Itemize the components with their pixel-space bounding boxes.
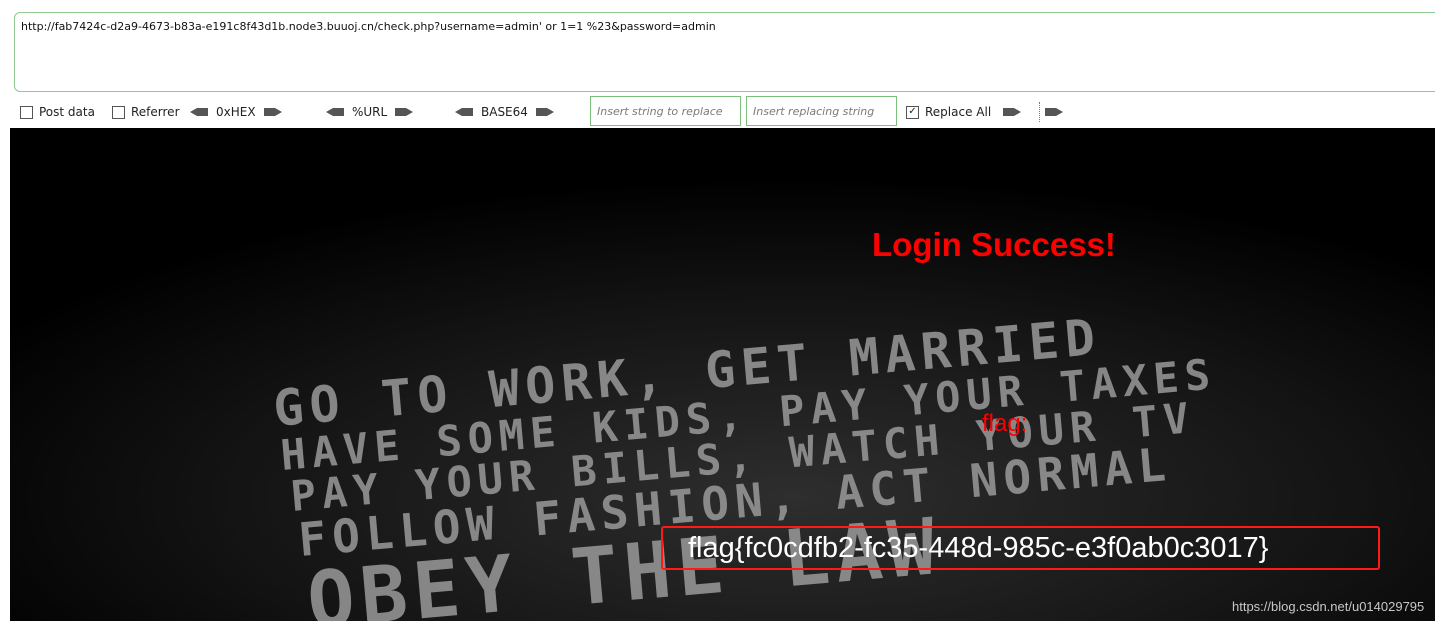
- replace-all-label: Replace All: [925, 105, 992, 119]
- flag-label: flag:: [982, 410, 1028, 437]
- url-label: %URL: [352, 105, 388, 119]
- post-data-label: Post data: [39, 105, 95, 119]
- referrer-checkbox[interactable]: [112, 105, 125, 119]
- base64-decode-arrow-icon[interactable]: [455, 108, 473, 116]
- hex-group: 0xHEX: [190, 96, 282, 128]
- hex-label: 0xHEX: [216, 105, 256, 119]
- url-encode-arrow-icon[interactable]: [395, 108, 414, 116]
- post-data-toggle[interactable]: Post data: [20, 96, 95, 128]
- url-input[interactable]: http://fab7424c-d2a9-4673-b83a-e191c8f43…: [14, 12, 1435, 92]
- url-decode-arrow-icon[interactable]: [326, 108, 344, 116]
- blog-watermark: https://blog.csdn.net/u014029795: [1232, 599, 1425, 614]
- flag-value: flag{fc0cdfb2-fc35-448d-985c-e3f0ab0c301…: [688, 532, 1269, 564]
- replace-from-input[interactable]: Insert string to replace: [590, 96, 741, 126]
- replace-run-arrow-icon[interactable]: [1003, 108, 1022, 116]
- login-success-message: Login Success!: [872, 226, 1116, 263]
- replace-all-checkbox[interactable]: [906, 105, 919, 119]
- url-group: %URL: [326, 96, 414, 128]
- hackbar-toolbar: Post data Referrer 0xHEX %URL BASE64 Ins…: [0, 96, 1435, 128]
- replace-all-toggle[interactable]: Replace All: [906, 96, 1022, 128]
- referrer-label: Referrer: [131, 105, 180, 119]
- base64-encode-arrow-icon[interactable]: [535, 108, 554, 116]
- post-data-checkbox[interactable]: [20, 105, 33, 119]
- base64-label: BASE64: [481, 105, 528, 119]
- hex-encode-arrow-icon[interactable]: [263, 108, 282, 116]
- toolbar-divider: [1039, 102, 1040, 122]
- referrer-toggle[interactable]: Referrer: [112, 96, 180, 128]
- page-viewport: GO TO WORK, GET MARRIED HAVE SOME KIDS, …: [10, 128, 1435, 621]
- hex-decode-arrow-icon[interactable]: [190, 108, 208, 116]
- replace-to-input[interactable]: Insert replacing string: [746, 96, 897, 126]
- execute-arrow-icon[interactable]: [1045, 108, 1063, 116]
- base64-group: BASE64: [455, 96, 554, 128]
- execute-group: [1045, 96, 1063, 128]
